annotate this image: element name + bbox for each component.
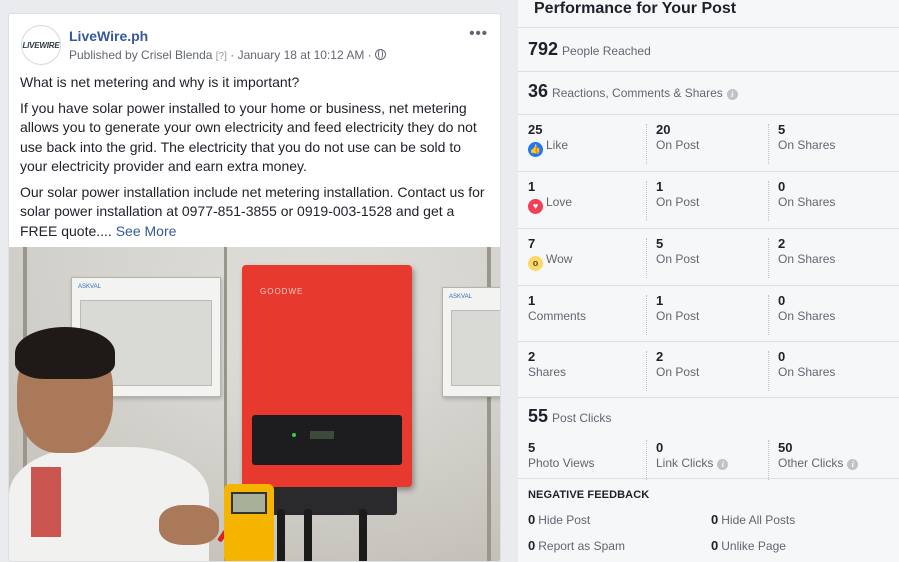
info-icon[interactable]: i (717, 459, 729, 470)
love-icon: ♥ (528, 199, 543, 214)
like-icon: 👍 (528, 142, 543, 157)
post-card: LIVEWIRE LiveWire.ph Published by Crisel… (8, 13, 501, 562)
clicks-row: 5 Photo Views 0 Link Clicks i 50 Other Click… (518, 428, 899, 484)
hide-all-posts-stat: 0 Hide All Posts (711, 512, 796, 527)
avatar-logo: LIVEWIRE (22, 40, 60, 50)
comments-row: 1 Comments 1 On Post 0 On Shares (518, 285, 899, 341)
page-name-link[interactable]: LiveWire.ph (69, 28, 148, 44)
post-date[interactable]: · January 18 at 10:12 AM · (230, 48, 371, 62)
reaction-row-like: 25 👍 Like 20 On Post 5 On Shares (518, 114, 899, 170)
engagement-summary: 36 Reactions, Comments & Shares i (528, 81, 738, 102)
help-marker[interactable]: [?] (216, 51, 227, 62)
post-header: LIVEWIRE LiveWire.ph Published by Crisel… (21, 25, 488, 65)
hide-post-stat: 0 Hide Post (528, 512, 591, 527)
report-spam-stat: 0 Report as Spam (528, 538, 625, 553)
performance-title: Performance for Your Post (534, 0, 737, 17)
performance-panel: Performance for Your Post 792 People Reac… (518, 0, 899, 562)
see-more-link[interactable]: See More (116, 223, 177, 239)
post-clicks-summary: 55 Post Clicks (528, 406, 612, 426)
page-avatar[interactable]: LIVEWIRE (21, 25, 61, 65)
info-icon[interactable]: i (847, 459, 859, 470)
globe-icon[interactable] (375, 49, 386, 60)
post-meta: Published by Crisel Blenda [?] · January… (69, 48, 386, 62)
post-text: What is net metering and why is it impor… (20, 73, 492, 247)
unlike-page-stat: 0 Unlike Page (711, 538, 786, 553)
post-paragraph: What is net metering and why is it impor… (20, 74, 300, 90)
wow-icon: o (528, 256, 543, 271)
post-photo[interactable]: ASKVAL ASKVAL GOODWE (9, 247, 500, 561)
more-dots-icon[interactable]: ••• (469, 25, 488, 42)
reaction-row-love: 1 ♥ Love 1 On Post 0 On Shares (518, 171, 899, 227)
shares-row: 2 Shares 2 On Post 0 On Shares (518, 341, 899, 397)
multimeter-image (224, 484, 274, 561)
post-paragraph: Our solar power installation include net… (20, 183, 485, 239)
post-paragraph: If you have solar power installed to you… (20, 99, 477, 175)
negative-feedback-title: NEGATIVE FEEDBACK (528, 489, 650, 501)
info-icon[interactable]: i (726, 89, 738, 100)
technician-figure (9, 317, 224, 561)
published-by[interactable]: Published by Crisel Blenda (69, 48, 212, 62)
people-reached: 792 People Reached (528, 39, 651, 59)
reaction-row-wow: 7 o Wow 5 On Post 2 On Shares (518, 228, 899, 284)
inverter-image: GOODWE (242, 265, 412, 487)
